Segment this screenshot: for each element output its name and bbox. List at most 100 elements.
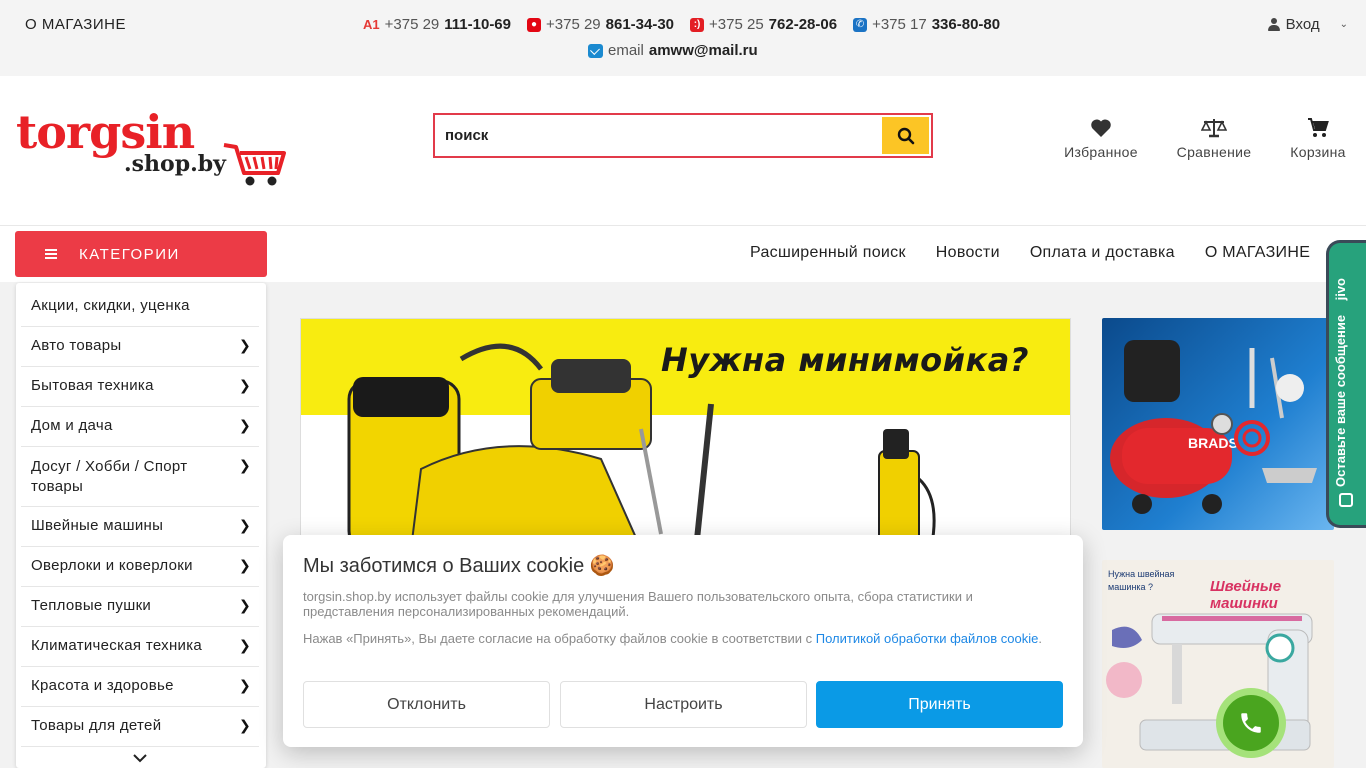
category-item[interactable]: Тепловые пушки ❯ [21,587,259,627]
chevron-down-icon: ⌄ [1339,19,1348,30]
main-banner[interactable]: Нужна минимойка? [300,318,1071,548]
jivo-label: Оставьте ваше сообщение jivo [1333,257,1348,487]
call-button-inner [1223,695,1279,751]
category-label: Швейные машины [31,517,164,534]
phone-handset-icon: ✆ [853,17,868,32]
compressor-image: BRADS [1110,340,1317,514]
category-label: Товары для детей [31,717,162,734]
phone-number: 762-28-06 [768,16,838,33]
phone-mts[interactable]: ● +375 29 861-34-30 [527,16,674,33]
category-label: Оверлоки и коверлоки [31,557,193,574]
category-label: Климатическая техника [31,637,203,654]
cart-label: Корзина [1290,144,1346,160]
category-item[interactable]: Швейные машины ❯ [21,507,259,547]
compare-link[interactable]: Сравнение [1170,118,1258,160]
category-item[interactable]: Досуг / Хобби / Спорт товары ❯ [21,447,259,507]
category-label: Тепловые пушки [31,597,152,614]
chevron-right-icon: ❯ [238,637,251,653]
email-contact[interactable]: email amww@mail.ru [588,42,758,59]
compressor-banner[interactable]: BRADS [1102,318,1334,530]
category-item[interactable]: Авто товары ❯ [21,327,259,367]
phone-prefix: +375 29 [384,16,440,33]
category-item[interactable]: Дом и дача ❯ [21,407,259,447]
cookie-description: torgsin.shop.by использует файлы cookie … [303,589,973,619]
cookie-consent-statement: Нажав «Принять», Вы даете согласие на об… [303,631,813,646]
phone-prefix: +375 25 [709,16,764,33]
mail-icon [588,43,603,58]
chat-icon [1339,493,1353,507]
login-button[interactable]: Вход ⌄ [1267,16,1348,33]
top-bar: О МАГАЗИНЕ A1 +375 29 111-10-69 ● +375 2… [0,0,1366,76]
categories-button[interactable]: КАТЕГОРИИ [15,231,267,277]
chevron-right-icon: ❯ [238,457,251,473]
site-header: torgsin .shop.by Избранное [0,76,1366,226]
jivo-brand: jivo [1333,278,1348,301]
favorites-label: Избранное [1064,144,1138,160]
nav-about[interactable]: О МАГАЗИНЕ [1205,244,1310,262]
nav-payment-delivery[interactable]: Оплата и доставка [1030,244,1175,262]
scales-icon [1201,119,1227,138]
search-icon [897,127,914,144]
show-more-categories[interactable] [21,747,259,766]
pressure-washer-image [347,343,936,547]
category-label: Красота и здоровье [31,677,174,694]
compare-label: Сравнение [1176,144,1252,160]
cart-link[interactable]: Корзина [1284,118,1352,160]
chevron-right-icon: ❯ [238,377,251,393]
category-item[interactable]: Красота и здоровье ❯ [21,667,259,707]
category-item[interactable]: Бытовая техника ❯ [21,367,259,407]
login-label: Вход [1285,16,1320,33]
about-store-link[interactable]: О МАГАЗИНЕ [25,16,126,33]
jivo-message-label: Оставьте ваше сообщение [1333,314,1348,487]
phone-icon [1241,713,1261,733]
configure-button[interactable]: Настроить [560,681,807,728]
jivo-chat-tab[interactable]: Оставьте ваше сообщение jivo [1326,240,1366,528]
menu-icon [45,249,57,259]
call-button[interactable] [1216,688,1286,758]
phone-number: 861-34-30 [605,16,675,33]
phone-a1[interactable]: A1 +375 29 111-10-69 [363,16,511,33]
brand-label: BRADS [1188,435,1238,451]
phone-number: 336-80-80 [931,16,1001,33]
accept-button[interactable]: Принять [816,681,1063,728]
favorites-link[interactable]: Избранное [1060,118,1142,160]
life-operator-icon: :) [690,17,705,32]
cookie-consent-text: Нажав «Принять», Вы даете согласие на об… [303,631,1053,646]
search-input[interactable] [445,115,875,156]
user-icon [1267,18,1280,31]
chevron-right-icon: ❯ [238,717,251,733]
nav-advanced-search[interactable]: Расширенный поиск [750,244,906,262]
category-label: Досуг / Хобби / Спорт товары [31,458,188,495]
phone-number: 111-10-69 [444,16,511,33]
phone-life[interactable]: :) +375 25 762-28-06 [690,16,837,33]
phone-list: A1 +375 29 111-10-69 ● +375 29 861-34-30… [363,16,1000,33]
category-item[interactable]: Акции, скидки, уценка [21,287,259,327]
cookie-title: Мы заботимся о Ваших cookie 🍪 [303,555,615,577]
chevron-right-icon: ❯ [238,597,251,613]
phone-prefix: +375 17 [872,16,927,33]
category-label: Акции, скидки, уценка [31,297,190,314]
decline-button[interactable]: Отклонить [303,681,550,728]
category-label: Бытовая техника [31,377,154,394]
category-label: Дом и дача [31,417,113,434]
search-box [433,113,933,158]
navigation-bar: КАТЕГОРИИ Расширенный поиск Новости Опла… [0,226,1366,282]
a1-operator-icon: A1 [363,16,380,32]
chevron-right-icon: ❯ [238,337,251,353]
search-button[interactable] [882,117,929,154]
cookie-policy-link[interactable]: Политикой обработки файлов cookie [816,631,1039,646]
phone-city[interactable]: ✆ +375 17 336-80-80 [853,16,1000,33]
category-label: Авто товары [31,337,122,354]
categories-label: КАТЕГОРИИ [79,245,180,263]
site-logo[interactable]: torgsin .shop.by [16,105,286,189]
phone-prefix: +375 29 [546,16,601,33]
logo-cart-icon [223,143,286,186]
chevron-down-icon [133,754,147,763]
nav-news[interactable]: Новости [936,244,1000,262]
category-item[interactable]: Оверлоки и коверлоки ❯ [21,547,259,587]
logo-sub-text: .shop.by [124,151,226,177]
mts-operator-icon: ● [527,17,541,32]
period: . [1038,631,1042,646]
category-item[interactable]: Товары для детей ❯ [21,707,259,747]
category-item[interactable]: Климатическая техника ❯ [21,627,259,667]
